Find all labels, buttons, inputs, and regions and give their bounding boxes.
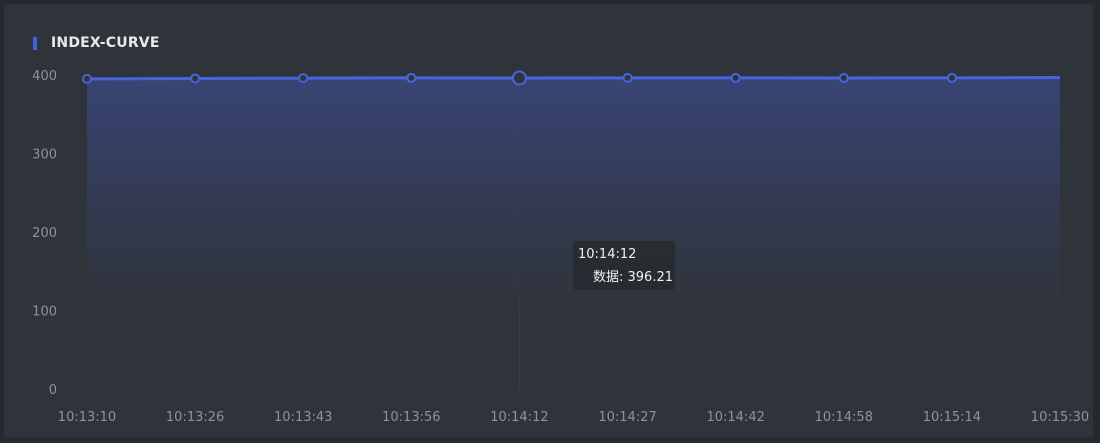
data-point[interactable] [946,72,957,83]
y-axis: 0 100 200 300 400 [32,69,57,398]
tooltip-value: 数据: 396.21 [593,270,673,285]
data-point-highlighted[interactable] [511,70,527,86]
y-tick-label: 100 [32,305,57,320]
x-tick-label: 10:14:27 [598,410,656,425]
x-tick-label: 10:13:56 [382,410,440,425]
x-tick-label: 10:15:30 [1031,410,1089,425]
x-axis: 10:13:10 10:13:26 10:13:43 10:13:56 10:14:12… [58,410,1089,425]
y-tick-label: 0 [49,383,57,398]
data-point[interactable] [838,72,849,83]
y-tick-label: 200 [32,226,57,241]
data-tooltip: 10:14:12 数据: 396.21 [573,241,675,290]
chart-svg: 0100200300400 10:13:10 10:13:26 10:13:43 10… [32,69,1089,425]
data-point[interactable] [190,73,201,84]
x-tick-label: 10:13:10 [58,410,116,425]
y-tick-label: 400 [32,69,57,84]
tooltip-time: 10:14:12 [578,247,637,262]
x-tick-label: 10:14:42 [706,410,764,425]
data-point[interactable] [730,72,741,83]
data-point[interactable] [622,72,633,83]
data-point[interactable] [406,72,417,83]
x-tick-label: 10:14:58 [815,410,873,425]
x-tick-label: 10:14:12 [490,410,548,425]
data-point[interactable] [82,73,92,84]
x-tick-label: 10:15:14 [923,410,981,425]
x-tick-label: 10:13:43 [274,410,332,425]
x-tick-label: 10:13:26 [166,410,224,425]
y-tick-label: 300 [32,148,57,163]
data-point[interactable] [298,73,309,84]
series-line [86,76,1061,81]
